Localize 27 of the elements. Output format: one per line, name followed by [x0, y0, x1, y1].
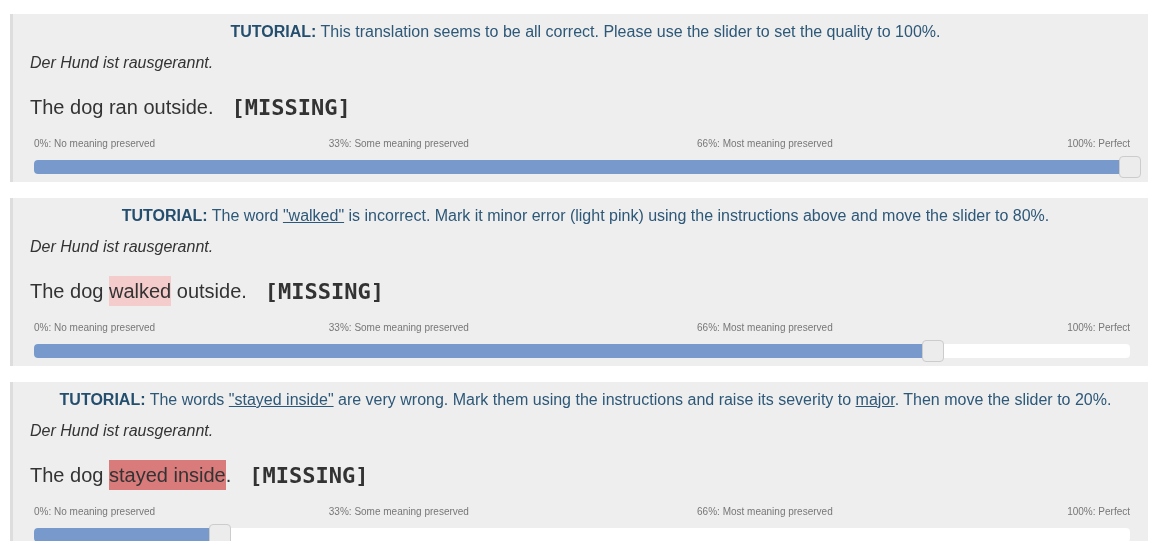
scale-label: 0%: No meaning preserved	[34, 138, 157, 150]
source-sentence: Der Hund ist rausgerannt.	[30, 421, 215, 441]
tutorial-instruction: TUTORIAL: The words "stayed inside" are very wrong. Mark them using the instructions and raise its severity to major. Then move the slider to 20%.	[58, 390, 1113, 410]
tutorial-instruction: TUTORIAL: The word "walked" is incorrect. Mark it minor error (light pink) using the instructions above and move the slider to 80%.	[120, 206, 1051, 226]
translation-sentence: The dog walked outside.	[30, 279, 247, 303]
scale-label: 66%: Most meaning preserved	[697, 138, 834, 150]
slider-thumb[interactable]	[209, 524, 232, 541]
missing-tag: [MISSING]	[264, 278, 385, 304]
scale-label: 100%: Perfect	[1067, 322, 1130, 334]
missing-tag: [MISSING]	[249, 462, 369, 488]
slider-thumb[interactable]	[1119, 156, 1141, 178]
scale-label: 0%: No meaning preserved	[34, 322, 157, 334]
scale-label: 33%: Some meaning preserved	[328, 138, 470, 150]
source-sentence: Der Hund ist rausgerannt.	[30, 53, 215, 73]
missing-tag: [MISSING]	[231, 94, 351, 120]
tutorial-instruction: TUTORIAL: This translation seems to be all correct. Please use the slider to set the quality to 100%.	[229, 22, 942, 42]
scale-label: 0%: No meaning preserved	[34, 506, 157, 518]
scale-label: 66%: Most meaning preserved	[697, 506, 834, 518]
scale-label: 33%: Some meaning preserved	[328, 506, 470, 518]
source-sentence: Der Hund ist rausgerannt.	[30, 237, 215, 257]
scale-label: 66%: Most meaning preserved	[697, 322, 834, 334]
scale-label: 100%: Perfect	[1067, 138, 1130, 150]
translation-sentence: The dog ran outside.	[30, 95, 214, 119]
slider-thumb[interactable]	[921, 340, 944, 362]
scale-label: 33%: Some meaning preserved	[328, 322, 470, 334]
translation-sentence: The dog stayed inside.	[30, 463, 232, 487]
scale-label: 100%: Perfect	[1067, 506, 1130, 518]
